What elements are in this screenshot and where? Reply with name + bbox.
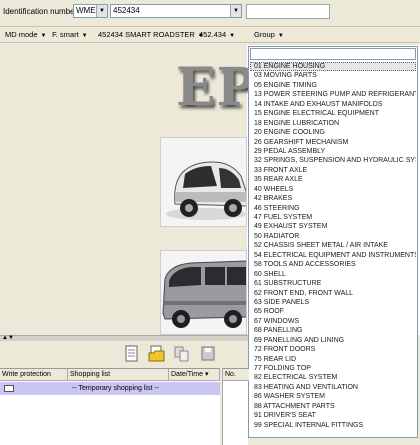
list-item[interactable]: 40 WHEELS (250, 185, 416, 194)
list-item[interactable]: 91 DRIVER'S SEAT (250, 411, 416, 420)
list-item[interactable]: 52 CHASSIS SHEET METAL / AIR INTAKE (250, 241, 416, 250)
list-item[interactable]: 75 REAR LID (250, 355, 416, 364)
chevron-down-icon[interactable]: ▼ (230, 5, 241, 17)
model-code-dropdown[interactable]: 452.434 ▼ (199, 30, 235, 39)
list-item[interactable]: 33 FRONT AXLE (250, 166, 416, 175)
identification-extra-field[interactable] (246, 4, 330, 19)
list-item[interactable]: 82 ELECTRICAL SYSTEM (250, 373, 416, 382)
table-header: Write protection Shopping list Date/Time… (0, 369, 220, 381)
identification-number-combo[interactable]: 452434 ▼ (110, 4, 242, 18)
column-date-time[interactable]: Date/Time ▾ (169, 369, 220, 381)
shopping-list-table: Write protection Shopping list Date/Time… (0, 368, 220, 445)
list-item[interactable]: 49 EXHAUST SYSTEM (250, 222, 416, 231)
vin-prefix-value: WME (76, 6, 96, 15)
copy-icon[interactable] (174, 345, 190, 363)
list-item[interactable]: 29 PEDAL ASSEMBLY (250, 147, 416, 156)
list-item[interactable]: 83 HEATING AND VENTILATION (250, 383, 416, 392)
list-item[interactable]: 65 ROOF (250, 307, 416, 316)
list-item[interactable]: 67 WINDOWS (250, 317, 416, 326)
graphic-pane: EP (0, 45, 256, 335)
list-item[interactable]: 20 ENGINE COOLING (250, 128, 416, 137)
list-item[interactable]: 58 TOOLS AND ACCESSORIES (250, 260, 416, 269)
epc-logo: EP (176, 57, 257, 118)
list-item[interactable]: 13 POWER STEERING PUMP AND REFRIGERANT (250, 90, 416, 99)
list-item[interactable]: 05 ENGINE TIMING (250, 81, 416, 90)
list-item[interactable]: 03 MOVING PARTS (250, 71, 416, 80)
column-shopping-list[interactable]: Shopping list (68, 369, 169, 381)
model-dropdown[interactable]: 452434 SMART ROADSTER ▼ (98, 30, 204, 39)
product-dropdown[interactable]: F. smart ▼ (52, 30, 88, 39)
open-folder-icon[interactable] (148, 345, 165, 363)
list-item[interactable]: 32 SPRINGS, SUSPENSION AND HYDRAULIC SYS… (250, 156, 416, 165)
save-icon[interactable] (200, 345, 216, 363)
list-item[interactable]: 42 BRAKES (250, 194, 416, 203)
list-item[interactable]: 14 INTAKE AND EXHAUST MANIFOLDS (250, 100, 416, 109)
group-list: 01 ENGINE HOUSING 03 MOVING PARTS 05 ENGIN… (250, 62, 416, 430)
list-item[interactable]: 77 FOLDING TOP (250, 364, 416, 373)
list-item[interactable]: 62 FRONT END, FRONT WALL (250, 289, 416, 298)
list-item[interactable]: 72 FRONT DOORS (250, 345, 416, 354)
list-item[interactable]: 61 SUBSTRUCTURE (250, 279, 416, 288)
identification-label: Identification number (3, 7, 78, 16)
chevron-down-icon[interactable]: ▼ (96, 5, 107, 17)
list-item[interactable]: 46 STEERING (250, 204, 416, 213)
new-list-icon[interactable] (124, 345, 140, 363)
list-item[interactable]: 68 PANELLING (250, 326, 416, 335)
group-list-dropdown[interactable]: 01 ENGINE HOUSING 03 MOVING PARTS 05 ENGIN… (248, 46, 418, 438)
van-image (160, 250, 247, 335)
shopping-list-name: -- Temporary shopping list -- (72, 385, 160, 392)
smart-car-image (160, 137, 247, 227)
group-search-input[interactable] (250, 48, 416, 60)
list-item[interactable]: 18 ENGINE LUBRICATION (250, 119, 416, 128)
shopping-list-area: Write protection Shopping list Date/Time… (0, 341, 249, 445)
table-row[interactable]: -- Temporary shopping list -- (0, 382, 220, 395)
positions-table: No. (222, 368, 249, 445)
column-write-protection[interactable]: Write protection (0, 369, 68, 381)
identification-bar: Identification number WME ▼ 452434 ▼ (0, 0, 420, 24)
list-item[interactable]: 60 SHELL (250, 270, 416, 279)
list-item[interactable]: 88 ATTACHMENT PARTS (250, 402, 416, 411)
list-item[interactable]: 47 FUEL SYSTEM (250, 213, 416, 222)
list-item[interactable]: 99 SPECIAL INTERNAL FITTINGS (250, 421, 416, 430)
md-mode-dropdown[interactable]: MD mode ▼ (5, 30, 46, 39)
list-item[interactable]: 63 SIDE PANELS (250, 298, 416, 307)
identification-number-value: 452434 (113, 6, 140, 15)
list-item[interactable]: 15 ENGINE ELECTRICAL EQUIPMENT (250, 109, 416, 118)
list-item[interactable]: 54 ELECTRICAL EQUIPMENT AND INSTRUMENTS (250, 251, 416, 260)
list-item[interactable]: 69 PANELLING AND LINING (250, 336, 416, 345)
list-item[interactable]: 86 WASHER SYSTEM (250, 392, 416, 401)
mode-bar: MD mode ▼ F. smart ▼ 452434 SMART ROADSTER… (0, 26, 420, 43)
list-item[interactable]: 35 REAR AXLE (250, 175, 416, 184)
column-number[interactable]: No. (223, 369, 249, 381)
vin-prefix-select[interactable]: WME ▼ (73, 4, 108, 18)
list-item[interactable]: 26 GEARSHIFT MECHANISM (250, 138, 416, 147)
group-dropdown[interactable]: Group ▼ (254, 30, 284, 39)
list-item[interactable]: 01 ENGINE HOUSING (250, 62, 416, 72)
write-protection-checkbox[interactable] (4, 385, 14, 392)
list-item[interactable]: 50 RADIATOR (250, 232, 416, 241)
